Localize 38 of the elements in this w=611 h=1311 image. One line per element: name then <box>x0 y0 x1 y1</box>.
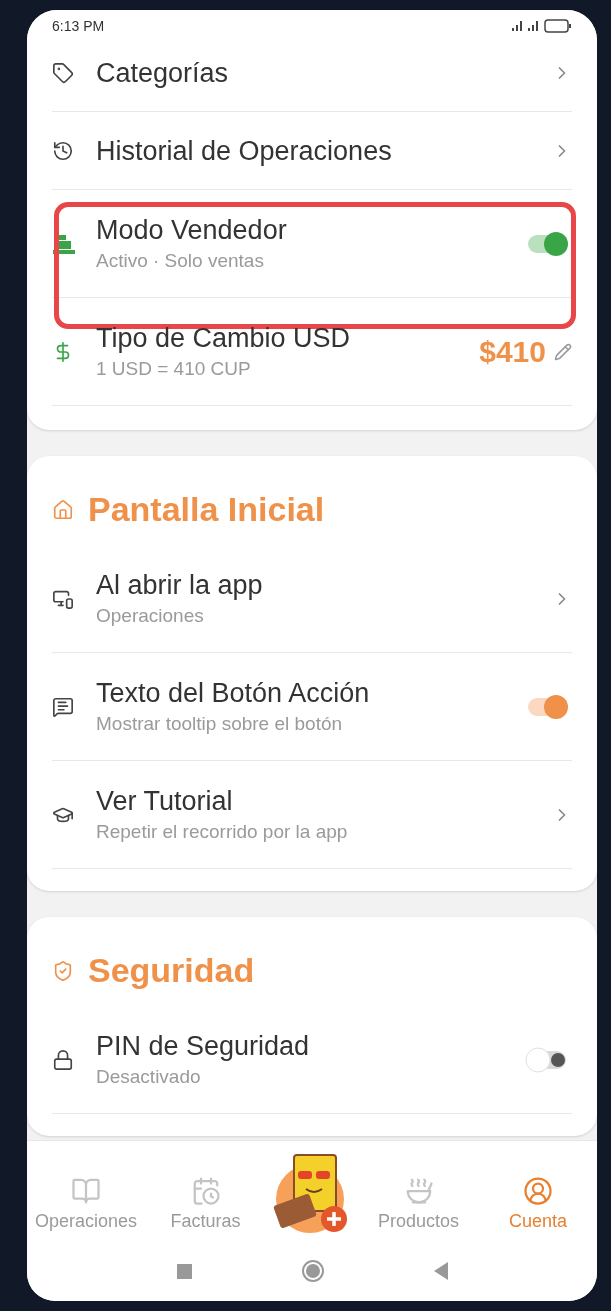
lock-icon <box>52 1048 74 1071</box>
row-title: Modo Vendedor <box>96 213 288 247</box>
nav-tab[interactable]: Productos <box>363 1176 474 1235</box>
row-subtitle: Mostrar tooltip sobre el botón <box>96 711 344 736</box>
message-icon <box>52 695 74 718</box>
nav-tab[interactable]: Operaciones <box>31 1176 141 1235</box>
back-button[interactable] <box>433 1262 448 1280</box>
section-title: Seguridad <box>88 950 255 991</box>
row-title: Al abrir la app <box>96 568 264 602</box>
user-icon <box>523 1176 553 1206</box>
nav-tab[interactable]: Facturas <box>150 1176 261 1235</box>
shield-icon <box>52 959 74 982</box>
row-title: PIN de Seguridad <box>96 1029 311 1063</box>
row-subtitle: Desactivado <box>96 1064 202 1089</box>
section-title: Pantalla Inicial <box>88 489 325 530</box>
row-subtitle: Operaciones <box>96 603 205 628</box>
history-icon <box>52 139 74 162</box>
battery-icon <box>544 19 572 33</box>
signal-icon <box>512 21 522 31</box>
signal-icon <box>528 21 538 31</box>
row-title: Categorías <box>96 56 230 90</box>
nav-tab[interactable]: Cuenta <box>483 1176 593 1235</box>
row-title: Historial de Operaciones <box>96 134 393 168</box>
status-time: 6:13 PM <box>52 16 105 36</box>
row-subtitle: 1 USD = 410 CUP <box>96 356 252 381</box>
home-icon <box>52 498 74 521</box>
row-subtitle: Repetir el recorrido por la app <box>96 819 349 844</box>
row-title: Tipo de Cambio USD <box>96 321 352 355</box>
rate-value: $410 <box>479 334 546 370</box>
row-subtitle: Activo · Solo ventas <box>96 248 265 273</box>
home-button[interactable] <box>301 1260 324 1282</box>
tag-icon <box>52 61 74 84</box>
edit-icon[interactable] <box>554 342 572 361</box>
recent-apps-button[interactable] <box>176 1263 192 1279</box>
cash-register-icon <box>52 232 76 255</box>
book-icon <box>71 1176 101 1206</box>
row-title: Ver Tutorial <box>96 784 234 818</box>
row-title: Texto del Botón Acción <box>96 676 371 710</box>
